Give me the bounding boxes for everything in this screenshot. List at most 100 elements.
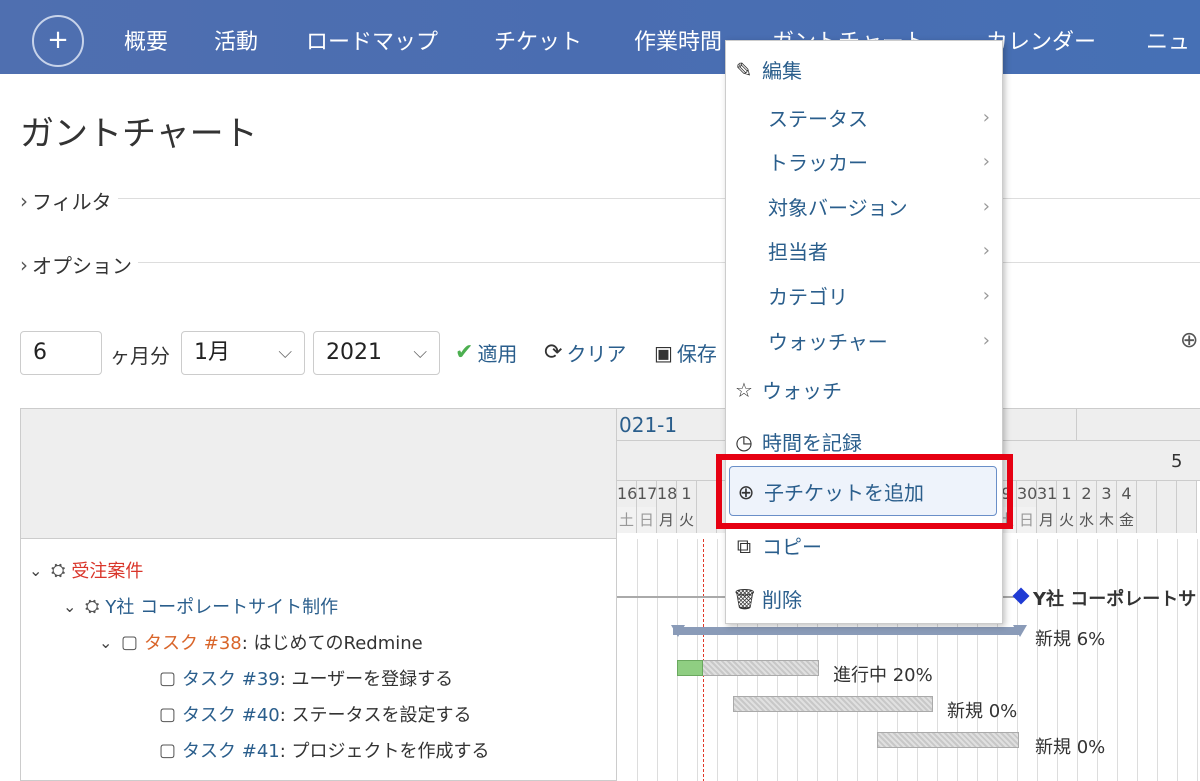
tree-row-subproject[interactable]: ⌄ ⛭ Y社 コーポレートサイト制作: [63, 593, 338, 619]
issue-39-status: 進行中 20%: [833, 665, 933, 686]
issue-38-bar[interactable]: [673, 627, 1019, 635]
save-link[interactable]: ▣ 保存: [654, 338, 717, 367]
menu-edit-label: 編集: [762, 59, 802, 83]
project-bar-label: Y社 コーポレートサ: [1033, 589, 1197, 610]
year-select[interactable]: 2021 ⌵: [313, 331, 440, 375]
apply-link[interactable]: ✔ 適用: [455, 338, 517, 367]
issue-link[interactable]: タスク #41: [182, 737, 280, 763]
dow-cell: [1157, 507, 1177, 533]
chevron-down-icon: ⌵: [278, 342, 292, 363]
options-toggle[interactable]: › オプション: [20, 250, 138, 279]
tree-row-issue-41[interactable]: ▢ タスク #41: プロジェクトを作成する: [159, 737, 490, 763]
tree-row-issue-38[interactable]: ⌄ ▢ タスク #38: はじめてのRedmine: [99, 629, 423, 655]
tab-issues[interactable]: チケット: [494, 24, 582, 56]
issue-icon: ▢: [159, 703, 177, 725]
menu-watchers[interactable]: ウォッチャー ›: [726, 326, 1002, 355]
months-label: ヶ月分: [110, 344, 170, 368]
highlight-frame: [716, 454, 1013, 529]
menu-assignee[interactable]: 担当者 ›: [726, 236, 1002, 265]
tab-time-entries[interactable]: 作業時間: [634, 24, 722, 56]
month-select[interactable]: 1月 ⌵: [181, 331, 305, 375]
zoom-in-icon[interactable]: ⊕: [1180, 328, 1198, 353]
parent-end-marker: [1013, 625, 1027, 637]
issue-link[interactable]: タスク #39: [182, 665, 280, 691]
dow-cell: [697, 507, 717, 533]
day-cell: 31: [1037, 481, 1057, 507]
clock-icon: ◷: [735, 429, 753, 454]
chevron-down-icon[interactable]: ⌄: [99, 633, 115, 652]
tree-row-issue-39[interactable]: ▢ タスク #39: ユーザーを登録する: [159, 665, 453, 691]
day-cell: 30: [1017, 481, 1037, 507]
menu-watchers-label: ウォッチャー: [768, 330, 888, 354]
menu-edit[interactable]: ✎ 編集: [732, 55, 1008, 84]
menu-log-time-label: 時間を記録: [762, 431, 862, 455]
months-input[interactable]: 6: [20, 331, 102, 375]
dow-cell: [1177, 507, 1197, 533]
issue-40-bar[interactable]: [733, 696, 933, 712]
chevron-down-icon[interactable]: ⌄: [63, 597, 79, 616]
trash-icon: 🗑: [732, 586, 758, 611]
clear-link[interactable]: ⟳ クリア: [544, 338, 626, 367]
menu-copy-label: コピー: [762, 535, 822, 559]
menu-status-label: ステータス: [768, 107, 868, 131]
menu-log-time[interactable]: ◷ 時間を記録: [732, 427, 1008, 456]
apply-label: 適用: [477, 342, 518, 366]
tab-overview[interactable]: 概要: [124, 24, 168, 56]
save-icon: ▣: [654, 340, 673, 365]
menu-watch[interactable]: ☆ ウォッチ: [732, 375, 1008, 404]
gantt-month-header-next: [1077, 409, 1200, 441]
project-milestone-icon: [1012, 587, 1030, 605]
issue-subject: : ユーザーを登録する: [279, 669, 454, 690]
chevron-right-icon: ›: [982, 285, 990, 306]
grid-line: [637, 539, 638, 781]
filter-divider: [20, 198, 1200, 199]
tree-row-issue-40[interactable]: ▢ タスク #40: ステータスを設定する: [159, 701, 472, 727]
tab-activity[interactable]: 活動: [214, 24, 258, 56]
chevron-right-icon: ›: [982, 240, 990, 261]
chevron-right-icon: ›: [20, 252, 28, 277]
clear-label: クリア: [566, 342, 627, 366]
issue-link[interactable]: タスク #40: [182, 701, 280, 727]
issue-41-bar[interactable]: [877, 732, 1019, 748]
dow-cell: 火: [677, 507, 697, 533]
menu-delete-label: 削除: [762, 588, 802, 612]
issue-subject: : はじめてのRedmine: [241, 633, 423, 654]
filter-toggle[interactable]: › フィルタ: [20, 186, 118, 215]
menu-copy[interactable]: ⧉ コピー: [732, 531, 1008, 560]
grid-line: [657, 539, 658, 781]
project-link[interactable]: 受注案件: [71, 557, 143, 583]
menu-tracker-label: トラッカー: [768, 151, 868, 175]
issue-38-status: 新規 6%: [1035, 629, 1106, 650]
issue-icon: ▢: [159, 739, 177, 761]
pencil-icon: ✎: [735, 57, 753, 82]
chevron-down-icon[interactable]: ⌄: [29, 561, 45, 580]
dow-cell: 月: [1037, 507, 1057, 533]
dow-cell: 月: [657, 507, 677, 533]
day-cell: [1137, 481, 1157, 507]
tab-news[interactable]: ニュ: [1146, 24, 1190, 56]
menu-category[interactable]: カテゴリ ›: [726, 281, 1002, 310]
menu-delete[interactable]: 🗑 削除: [732, 584, 1008, 613]
menu-tracker[interactable]: トラッカー ›: [726, 147, 1002, 176]
dow-cell: 木: [1097, 507, 1117, 533]
issue-link[interactable]: タスク #38: [144, 629, 242, 655]
tab-roadmap[interactable]: ロードマップ: [306, 24, 438, 56]
dow-cell: 火: [1057, 507, 1077, 533]
dow-cell: [1137, 507, 1157, 533]
subproject-link[interactable]: Y社 コーポレートサイト制作: [105, 593, 338, 619]
options-label: オプション: [32, 254, 132, 278]
new-object-button[interactable]: +: [32, 15, 84, 67]
day-cell: 3: [1097, 481, 1117, 507]
menu-status[interactable]: ステータス ›: [726, 103, 1002, 132]
parent-start-marker: [671, 625, 685, 637]
options-divider: [20, 262, 1200, 263]
grid-line: [1137, 539, 1138, 781]
day-cell: 1: [677, 481, 697, 507]
issue-39-progress: [677, 660, 703, 676]
month-select-value: 1月: [194, 340, 230, 365]
chevron-right-icon: ›: [982, 196, 990, 217]
dow-cell: 日: [637, 507, 657, 533]
project-icon: ⛭: [85, 595, 100, 617]
tree-row-project[interactable]: ⌄ ⛭ 受注案件: [29, 557, 143, 583]
menu-target-version[interactable]: 対象バージョン ›: [726, 192, 1002, 221]
